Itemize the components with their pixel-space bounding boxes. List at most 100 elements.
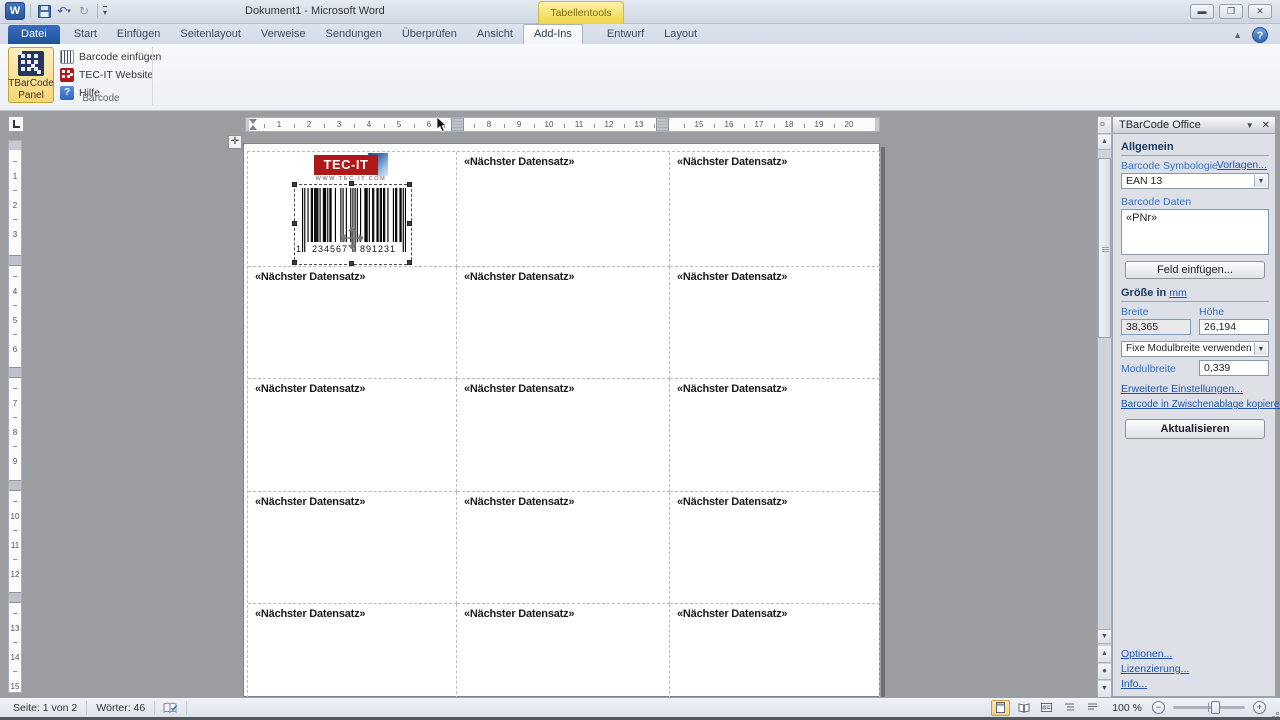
aktualisieren-button[interactable]: Aktualisieren <box>1125 419 1265 439</box>
previous-page-button[interactable]: ▲▲ <box>1098 646 1111 663</box>
table-cell[interactable]: «Nächster Datensatz» <box>457 492 670 604</box>
customize-qat-icon[interactable]: ▾ <box>103 6 107 17</box>
vertical-scrollbar[interactable]: ▲ ▼ ▲▲ ● ▼▼ <box>1097 116 1112 697</box>
tab-sendungen[interactable]: Sendungen <box>316 25 392 44</box>
collapse-ribbon-icon[interactable]: ▲ <box>1233 30 1242 40</box>
tab-seitenlayout[interactable]: Seitenlayout <box>170 25 251 44</box>
selection-handle[interactable] <box>407 182 412 187</box>
select-browse-object-button[interactable]: ● <box>1098 664 1111 680</box>
table-cell[interactable]: TEC-IT WWW.TEC-IT.COM 1 234567 891231 <box>248 152 457 267</box>
zoom-slider[interactable] <box>1173 706 1245 709</box>
outline-view-button[interactable] <box>1060 700 1079 716</box>
table-cell[interactable]: «Nächster Datensatz» <box>670 379 880 492</box>
table-cell[interactable]: «Nächster Datensatz» <box>670 492 880 604</box>
tab-entwurf[interactable]: Entwurf <box>597 25 654 44</box>
barcode-einfuegen-button[interactable]: Barcode einfügen <box>60 48 161 65</box>
pane-close-icon[interactable]: ✕ <box>1262 118 1270 134</box>
print-layout-view-button[interactable] <box>991 700 1010 716</box>
vorlagen-link[interactable]: Vorlagen... <box>1217 159 1267 171</box>
pane-menu-caret-icon[interactable]: ▼ <box>1246 118 1254 134</box>
scroll-down-arrow[interactable]: ▼ <box>1098 629 1111 644</box>
tab-start[interactable]: Start <box>64 25 107 44</box>
tab-ansicht[interactable]: Ansicht <box>467 25 523 44</box>
selection-handle[interactable] <box>407 221 412 226</box>
mm-unit-link[interactable]: mm <box>1169 287 1187 299</box>
draft-view-button[interactable] <box>1083 700 1102 716</box>
barcode-data-input[interactable]: «PNr» <box>1121 209 1269 255</box>
document-page[interactable]: TEC-IT WWW.TEC-IT.COM 1 234567 891231 <box>243 143 880 697</box>
info-link[interactable]: Info... <box>1121 678 1147 690</box>
selection-handle[interactable] <box>292 182 297 187</box>
table-cell[interactable]: «Nächster Datensatz» <box>457 152 670 267</box>
optionen-link[interactable]: Optionen... <box>1121 648 1172 660</box>
resize-grip[interactable] <box>1277 713 1278 714</box>
breite-input[interactable]: 38,365 <box>1121 319 1191 335</box>
table-cell[interactable]: «Nächster Datensatz» <box>670 152 880 267</box>
selection-handle[interactable] <box>292 260 297 265</box>
next-page-button[interactable]: ▼▼ <box>1098 681 1111 698</box>
scroll-up-arrow[interactable]: ▲ <box>1098 135 1111 150</box>
selection-handle[interactable] <box>349 261 354 266</box>
table-row-marker[interactable] <box>9 480 21 491</box>
vertical-ruler[interactable]: 123456789101112131415 <box>8 140 22 693</box>
ruler-toggle-button[interactable] <box>1098 117 1111 134</box>
spellcheck-icon[interactable] <box>155 701 187 715</box>
feld-einfuegen-button[interactable]: Feld einfügen... <box>1125 261 1265 279</box>
chevron-down-icon[interactable]: ▼ <box>1254 343 1267 355</box>
table-cell[interactable]: «Nächster Datensatz» <box>248 379 457 492</box>
web-layout-view-button[interactable] <box>1037 700 1056 716</box>
table-cell[interactable]: «Nächster Datensatz» <box>248 492 457 604</box>
horizontal-ruler[interactable]: 1234568910111213151617181920 <box>245 117 880 132</box>
table-column-marker[interactable] <box>656 118 669 131</box>
word-count[interactable]: Wörter: 46 <box>87 701 155 715</box>
table-cell[interactable]: «Nächster Datensatz» <box>248 267 457 379</box>
selection-handle[interactable] <box>349 181 354 186</box>
tab-einfgen[interactable]: Einfügen <box>107 25 170 44</box>
tab-stop-selector[interactable] <box>8 116 24 132</box>
close-button[interactable]: ✕ <box>1248 4 1272 19</box>
hanging-indent-marker[interactable] <box>249 125 257 130</box>
zoom-in-icon[interactable]: + <box>1253 701 1266 714</box>
chevron-down-icon[interactable]: ▼ <box>1254 175 1267 187</box>
table-cell[interactable]: «Nächster Datensatz» <box>457 379 670 492</box>
table-move-handle[interactable]: ✛ <box>228 135 242 149</box>
symbology-select[interactable]: EAN 13▼ <box>1121 173 1269 189</box>
barcode-object[interactable]: 1 234567 891231 <box>294 184 412 265</box>
tab-berprfen[interactable]: Überprüfen <box>392 25 467 44</box>
table-row-marker[interactable] <box>9 255 21 266</box>
fullscreen-reading-view-button[interactable] <box>1014 700 1033 716</box>
tab-verweise[interactable]: Verweise <box>251 25 316 44</box>
restore-button[interactable]: ❐ <box>1219 4 1243 19</box>
table-cell[interactable]: «Nächster Datensatz» <box>248 604 457 699</box>
table-cell[interactable]: «Nächster Datensatz» <box>670 604 880 699</box>
page-indicator[interactable]: Seite: 1 von 2 <box>4 701 87 715</box>
table-column-marker[interactable] <box>451 118 464 131</box>
help-icon[interactable]: ? <box>1252 27 1268 43</box>
erweiterte-einstellungen-link[interactable]: Erweiterte Einstellungen... <box>1121 383 1243 395</box>
zoom-slider-thumb[interactable] <box>1211 701 1220 714</box>
scrollbar-thumb[interactable] <box>1098 158 1111 338</box>
selection-handle[interactable] <box>292 221 297 226</box>
redo-icon[interactable]: ↻ <box>76 3 92 19</box>
word-logo-icon[interactable]: W <box>5 2 25 20</box>
first-line-indent-marker[interactable] <box>249 119 257 124</box>
table-cell[interactable]: «Nächster Datensatz» <box>670 267 880 379</box>
tab-layout[interactable]: Layout <box>654 25 707 44</box>
tbarcode-panel-button[interactable]: TBarCode Panel <box>8 47 54 103</box>
zoom-out-icon[interactable]: − <box>1152 701 1165 714</box>
tab-datei[interactable]: Datei <box>8 25 60 44</box>
modulbreite-input[interactable]: 0,339 <box>1199 360 1269 376</box>
lizenzierung-link[interactable]: Lizenzierung... <box>1121 663 1189 675</box>
zoom-level[interactable]: 100 % <box>1106 702 1148 714</box>
hoehe-input[interactable]: 26,194 <box>1199 319 1269 335</box>
table-cell[interactable]: «Nächster Datensatz» <box>457 604 670 699</box>
undo-icon[interactable]: ↶▾ <box>56 3 72 19</box>
save-icon[interactable] <box>36 3 52 19</box>
minimize-button[interactable]: ▬ <box>1190 4 1214 19</box>
tab-addins[interactable]: Add-Ins <box>523 24 583 44</box>
tecit-website-button[interactable]: TEC-IT Website <box>60 66 161 83</box>
table-cell[interactable]: «Nächster Datensatz» <box>457 267 670 379</box>
table-row-marker[interactable] <box>9 367 21 378</box>
table-row-marker[interactable] <box>9 592 21 603</box>
module-mode-select[interactable]: Fixe Modulbreite verwenden▼ <box>1121 341 1269 357</box>
